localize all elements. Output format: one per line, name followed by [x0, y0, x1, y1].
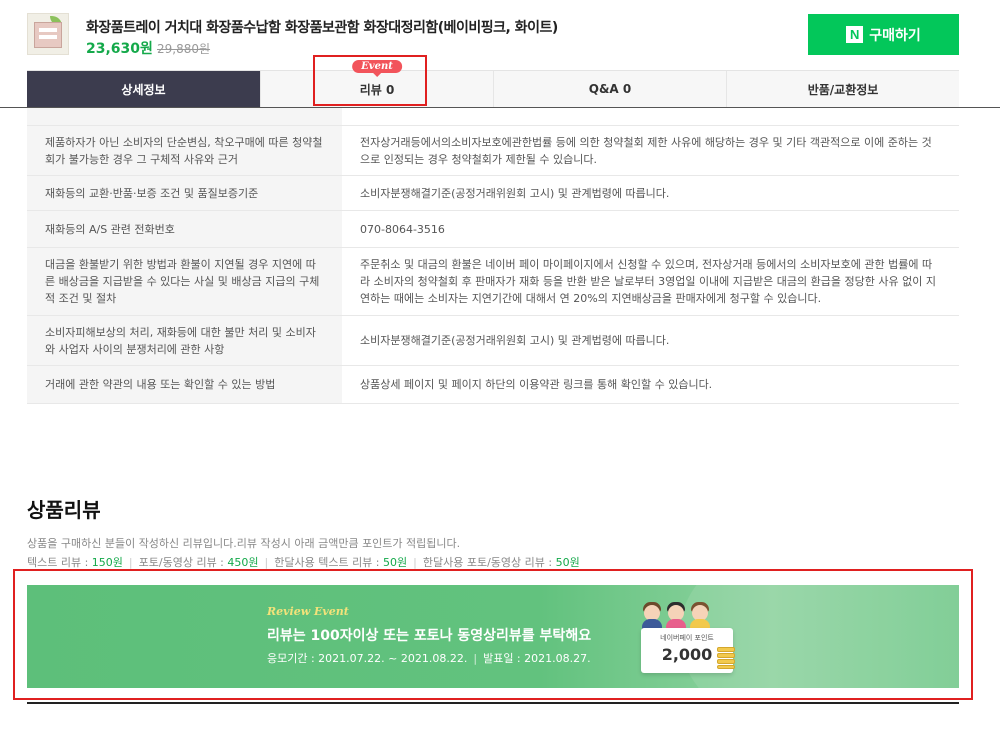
point-value: 50원 — [383, 556, 408, 569]
product-header: 화장품트레이 거치대 화장품수납함 화장품보관함 화장대정리함(베이비핑크, 화… — [0, 0, 1000, 108]
table-row: 소비자피해보상의 처리, 재화등에 대한 불만 처리 및 소비자와 사업자 사이… — [27, 316, 959, 366]
review-points: 텍스트 리뷰 : 150원 | 포토/동영상 리뷰 : 450원 | 한달사용 텍스트 … — [27, 554, 580, 570]
tab-qna[interactable]: Q&A 0 — [493, 71, 726, 107]
product-title: 화장품트레이 거치대 화장품수납함 화장품보관함 화장대정리함(베이비핑크, 화… — [86, 20, 558, 36]
point-label: 텍스트 리뷰 : — [27, 556, 92, 569]
point-label: 한달사용 텍스트 리뷰 : — [274, 556, 384, 569]
table-row: 거래에 관한 약관의 내용 또는 확인할 수 있는 방법 상품상세 페이지 및 … — [27, 366, 959, 404]
info-value: 소비자분쟁해결기준(공정거래위원회 고시) 및 관계법령에 따릅니다. — [360, 186, 670, 200]
point-label: 한달사용 포토/동영상 리뷰 : — [422, 556, 556, 569]
info-value: 상품상세 페이지 및 페이지 하단의 이용약관 링크를 통해 확인할 수 있습니… — [360, 378, 713, 391]
product-price: 23,630원 — [86, 41, 153, 57]
naver-pay-icon: N — [846, 26, 864, 43]
point-value: 450원 — [227, 556, 259, 569]
point-value: 150원 — [91, 556, 123, 569]
separator: | — [413, 556, 417, 569]
review-tab-highlight — [313, 55, 427, 106]
tab-returns[interactable]: 반품/교환정보 — [726, 71, 959, 107]
product-info-table: 제품하자가 아닌 소비자의 단순변심, 착오구매에 따른 청약철회가 불가능한 … — [27, 88, 959, 404]
info-value: 소비자분쟁해결기준(공정거래위원회 고시) 및 관계법령에 따릅니다. — [360, 334, 670, 347]
table-row: 제품하자가 아닌 소비자의 단순변심, 착오구매에 따른 청약철회가 불가능한 … — [27, 126, 959, 176]
review-section-title: 상품리뷰 — [27, 498, 101, 522]
info-key: 제품하자가 아닌 소비자의 단순변심, 착오구매에 따른 청약철회가 불가능한 … — [27, 126, 342, 175]
info-key: 재화등의 A/S 관련 전화번호 — [27, 211, 342, 247]
original-price: 29,880원 — [157, 42, 211, 56]
info-value: 070-8064-3516 — [360, 222, 445, 236]
info-value: 주문취소 및 대금의 환불은 네이버 페이 마이페이지에서 신청할 수 있으며,… — [360, 258, 936, 305]
info-key: 대금을 환불받기 위한 방법과 환불이 지연될 경우 지연에 따른 배상금을 지… — [27, 248, 342, 315]
separator: | — [128, 556, 133, 569]
section-divider — [27, 702, 959, 704]
detail-tabs: 상세정보 Event 리뷰 0 Q&A 0 반품/교환정보 — [27, 60, 959, 107]
info-key: 재화등의 교환·반품·보증 조건 및 품질보증기준 — [27, 176, 342, 210]
point-label: 포토/동영상 리뷰 : — [138, 556, 228, 569]
info-key: 거래에 관한 약관의 내용 또는 확인할 수 있는 방법 — [27, 366, 342, 403]
table-row: 대금을 환불받기 위한 방법과 환불이 지연될 경우 지연에 따른 배상금을 지… — [27, 248, 959, 316]
banner-highlight — [13, 569, 973, 700]
table-row: 재화등의 교환·반품·보증 조건 및 품질보증기준 소비자분쟁해결기준(공정거래… — [27, 176, 959, 211]
review-description: 상품을 구매하신 분들이 작성하신 리뷰입니다.리뷰 작성시 아래 금액만큼 포… — [27, 537, 461, 550]
organizer-image — [34, 22, 62, 48]
info-value: 전자상거래등에서의소비자보호에관한법률 등에 의한 청약철회 제한 사유에 해당… — [360, 135, 932, 166]
point-value: 50원 — [555, 556, 580, 569]
tab-divider — [0, 107, 1000, 108]
separator: | — [264, 556, 269, 569]
info-key: 소비자피해보상의 처리, 재화등에 대한 불만 처리 및 소비자와 사업자 사이… — [27, 316, 342, 365]
product-thumbnail[interactable] — [27, 13, 69, 55]
table-row: 재화등의 A/S 관련 전화번호 070-8064-3516 — [27, 211, 959, 248]
tab-details[interactable]: 상세정보 — [27, 71, 260, 107]
buy-button[interactable]: N 구매하기 — [808, 14, 959, 55]
buy-button-label: 구매하기 — [869, 27, 921, 44]
